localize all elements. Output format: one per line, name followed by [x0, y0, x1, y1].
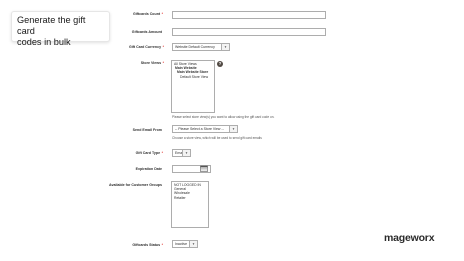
- currency-label: Gift Card Currency *: [128, 45, 164, 49]
- help-icon[interactable]: ?: [217, 61, 223, 67]
- chevron-down-icon: ▾: [221, 44, 229, 50]
- store-view-option[interactable]: Default Store View: [174, 75, 212, 79]
- giftcards-count-input[interactable]: [172, 11, 326, 19]
- brand-logo: mageworx: [384, 232, 435, 244]
- giftcards-amount-input[interactable]: [172, 28, 326, 36]
- store-views-multiselect[interactable]: All Store Views Main Website Main Websit…: [171, 60, 215, 113]
- expiration-date-label: Expiration Date: [135, 167, 162, 171]
- giftcards-amount-label: Giftcards Amount: [131, 30, 162, 34]
- chevron-down-icon: ▾: [182, 150, 190, 156]
- send-email-label: Send Email From: [132, 128, 162, 132]
- card-type-select[interactable]: Email ▾: [172, 149, 191, 157]
- giftcards-status-label: Giftcards Status *: [132, 243, 163, 247]
- store-view-option: Main Website Store: [177, 70, 209, 75]
- currency-select[interactable]: Website Default Currency ▾: [172, 43, 230, 51]
- required-mark: *: [161, 12, 163, 16]
- chevron-down-icon: ▾: [189, 241, 197, 247]
- send-email-note: Choose a store view, which will be used …: [172, 136, 262, 140]
- customer-group-option[interactable]: Retailer: [174, 196, 206, 200]
- required-mark: *: [162, 61, 164, 65]
- store-views-note: Please select store view(s) you want to …: [172, 115, 275, 119]
- customer-groups-multiselect[interactable]: NOT LOGGED IN General Wholesale Retailer: [171, 181, 209, 228]
- store-views-label: Store Views *: [140, 61, 164, 65]
- send-email-select[interactable]: -- Please Select a Store View -- ▾: [172, 125, 238, 133]
- calendar-icon[interactable]: [200, 165, 208, 172]
- send-email-select-value: -- Please Select a Store View --: [175, 127, 224, 131]
- card-type-label: Gift Card Type *: [135, 151, 163, 155]
- giftcards-count-label: Giftcards Count *: [132, 12, 163, 16]
- customer-groups-label: Available for Customer Groups: [109, 183, 162, 187]
- chevron-down-icon: ▾: [229, 126, 237, 132]
- giftcards-status-value: Inactive: [175, 242, 188, 246]
- currency-select-value: Website Default Currency: [175, 45, 215, 49]
- required-mark: *: [162, 45, 164, 49]
- giftcards-status-select[interactable]: Inactive ▾: [172, 240, 198, 248]
- required-mark: *: [161, 151, 163, 155]
- required-mark: *: [161, 243, 163, 247]
